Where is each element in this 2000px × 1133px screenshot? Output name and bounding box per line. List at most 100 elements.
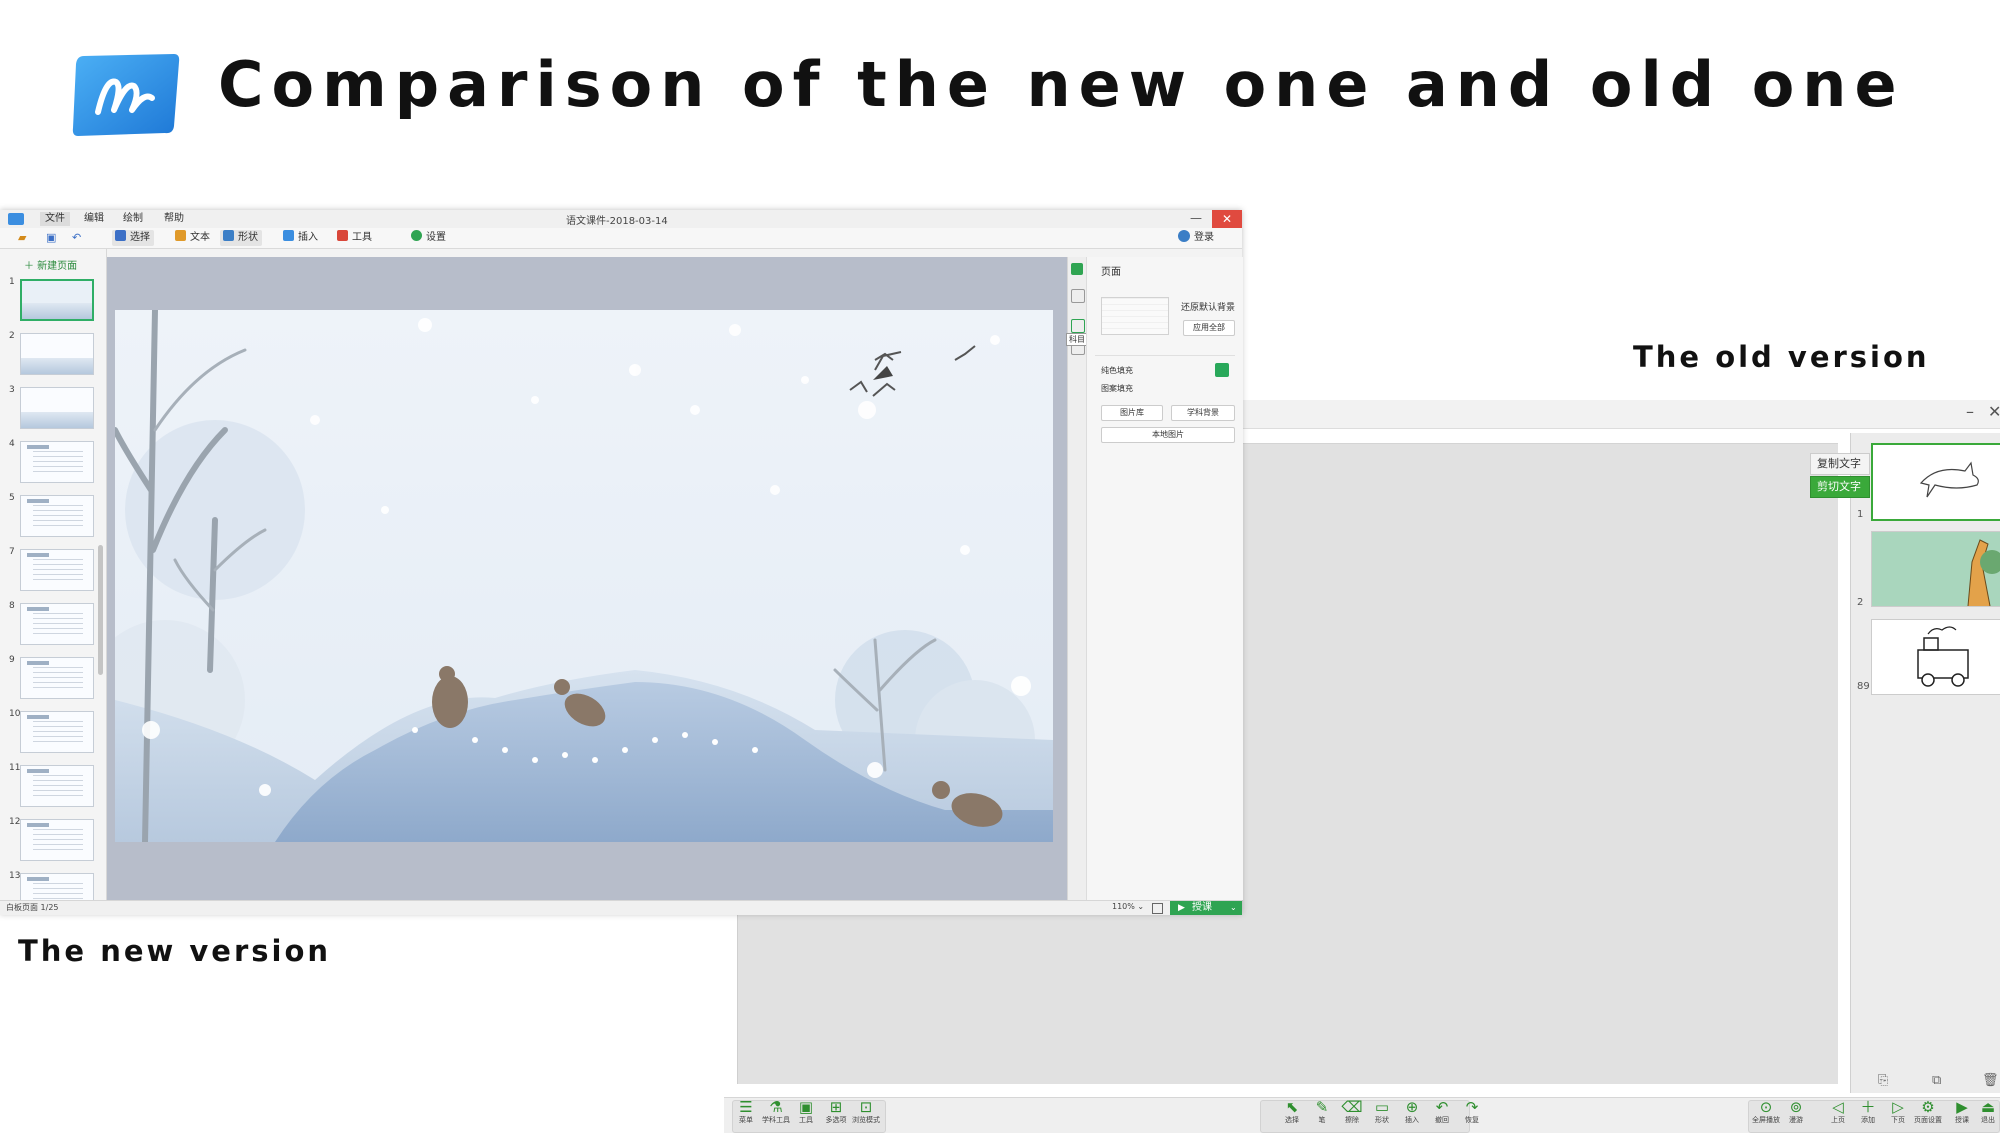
slide-thumbnail[interactable] bbox=[20, 657, 94, 699]
old-tool-icon: ▷ bbox=[1892, 1098, 1904, 1116]
menu-help[interactable]: 帮助 bbox=[159, 212, 189, 226]
slide-canvas[interactable] bbox=[115, 310, 1053, 842]
old-thumbnail-89[interactable] bbox=[1871, 619, 2000, 695]
select-tool-button[interactable]: 选择 bbox=[112, 230, 154, 246]
menu-draw[interactable]: 绘制 bbox=[118, 212, 148, 226]
old-thumbnail-1[interactable] bbox=[1871, 443, 2000, 521]
old-tool-button[interactable]: ⊙ 全屏播放 bbox=[1752, 1099, 1780, 1125]
zoom-selector[interactable]: 110% ⌄ bbox=[1112, 902, 1144, 911]
open-folder-icon[interactable]: ▰ bbox=[18, 231, 26, 244]
old-tool-button[interactable]: ⌫ 擦除 bbox=[1338, 1099, 1366, 1125]
new-page-button[interactable]: ＋ 新建页面 bbox=[24, 257, 77, 272]
old-tool-icon: ↶ bbox=[1435, 1098, 1449, 1116]
slide-thumbnail[interactable] bbox=[20, 765, 94, 807]
slide-thumbnail[interactable] bbox=[20, 603, 94, 645]
slide-thumbnail[interactable] bbox=[20, 819, 94, 861]
winter-illustration bbox=[115, 310, 1053, 842]
thumbnail-scrollbar[interactable] bbox=[98, 545, 103, 675]
login-label: 登录 bbox=[1194, 232, 1214, 243]
text-tool-button[interactable]: 文本 bbox=[172, 230, 214, 246]
pin-icon[interactable] bbox=[1071, 289, 1085, 303]
old-tool-button[interactable]: ↷ 恢复 bbox=[1458, 1099, 1486, 1125]
slide-thumbnail[interactable] bbox=[20, 333, 94, 375]
save-icon[interactable]: ▣ bbox=[46, 231, 56, 244]
thumbnail-text-lines bbox=[33, 721, 83, 745]
local-image-button[interactable]: 本地图片 bbox=[1101, 427, 1235, 443]
old-version-label: The old version bbox=[1633, 340, 1930, 374]
fit-screen-icon[interactable] bbox=[1152, 903, 1163, 914]
slide-thumbnail[interactable] bbox=[20, 495, 94, 537]
cursor-icon bbox=[115, 230, 126, 241]
login-button[interactable]: 登录 bbox=[1178, 230, 1214, 246]
thumbnail-text-lines bbox=[33, 451, 83, 475]
old-thumbnail-2[interactable] bbox=[1871, 531, 2000, 607]
page-counter: 白板页面 1/25 bbox=[6, 903, 59, 912]
undo-icon[interactable]: ↶ bbox=[72, 231, 81, 244]
old-tool-button[interactable]: ⊕ 插入 bbox=[1398, 1099, 1426, 1125]
old-tool-icon: ⌫ bbox=[1341, 1098, 1363, 1116]
slide-thumbnail[interactable] bbox=[20, 873, 94, 900]
settings-button[interactable]: 设置 bbox=[408, 230, 450, 246]
old-tool-button[interactable]: ⚙ 页面设置 bbox=[1914, 1099, 1942, 1125]
old-tool-button[interactable]: ▭ 形状 bbox=[1368, 1099, 1396, 1125]
panel-title: 页面 bbox=[1101, 267, 1121, 278]
thumbnail-text-lines bbox=[33, 667, 83, 691]
thumbnail-text-lines bbox=[33, 883, 83, 900]
apply-all-button[interactable]: 应用全部 bbox=[1183, 320, 1235, 336]
slide-thumbnail[interactable] bbox=[20, 387, 94, 429]
slide-number: 13 bbox=[9, 871, 21, 881]
old-tool-label: 全屏播放 bbox=[1752, 1116, 1780, 1124]
subject-tab-icon[interactable] bbox=[1071, 319, 1085, 333]
old-tool-button[interactable]: ↶ 撤回 bbox=[1428, 1099, 1456, 1125]
old-tool-icon: ☰ bbox=[739, 1098, 753, 1116]
old-tool-icon: ↷ bbox=[1465, 1098, 1479, 1116]
old-tool-button[interactable]: ⚗ 学科工具 bbox=[762, 1099, 790, 1125]
old-tool-button[interactable]: ☰ 菜单 bbox=[732, 1099, 760, 1125]
slide-thumbnail[interactable] bbox=[20, 279, 94, 321]
old-tool-button[interactable]: ▣ 工具 bbox=[792, 1099, 820, 1125]
insert-tool-button[interactable]: 插入 bbox=[280, 230, 322, 246]
menu-file[interactable]: 文件 bbox=[40, 212, 70, 226]
subject-background-button[interactable]: 学科背景 bbox=[1171, 405, 1235, 421]
restore-default-background-button[interactable]: 还原默认背景 bbox=[1181, 300, 1235, 313]
slide-number: 5 bbox=[9, 493, 15, 503]
close-button[interactable]: ✕ bbox=[1212, 210, 1242, 228]
old-tool-label: 上页 bbox=[1831, 1116, 1845, 1124]
old-tool-button[interactable]: ✎ 笔 bbox=[1308, 1099, 1336, 1125]
slide-thumbnail[interactable] bbox=[20, 549, 94, 591]
old-minimize-button[interactable]: – bbox=[1966, 402, 1974, 421]
shape-icon bbox=[223, 230, 234, 241]
old-close-button[interactable]: ✕ bbox=[1988, 402, 2000, 421]
add-page-icon[interactable]: ⎘ bbox=[1878, 1073, 1888, 1088]
delete-page-icon[interactable]: 🗑 bbox=[1982, 1073, 1999, 1088]
slide-thumbnail[interactable] bbox=[20, 441, 94, 483]
thumbnail-text-lines bbox=[33, 559, 83, 583]
old-tool-label: 擦除 bbox=[1345, 1116, 1359, 1124]
old-tool-button[interactable]: ⊡ 浏览模式 bbox=[852, 1099, 880, 1125]
copy-text-menu-item[interactable]: 复制文字 bbox=[1810, 453, 1870, 475]
shape-tool-button[interactable]: 形状 bbox=[220, 230, 262, 246]
old-tool-button[interactable]: ⊚ 漫游 bbox=[1782, 1099, 1810, 1125]
slide-number: 12 bbox=[9, 817, 21, 827]
old-tool-button[interactable]: ⊞ 多选项 bbox=[822, 1099, 850, 1125]
chevron-down-icon[interactable]: ⌄ bbox=[1230, 901, 1237, 915]
copy-page-icon[interactable]: ⧉ bbox=[1932, 1073, 1941, 1088]
status-bar: 白板页面 1/25 110% ⌄ ▶ 授课 ⌄ bbox=[0, 900, 1242, 915]
toolbox-icon bbox=[337, 230, 348, 241]
fill-color-swatch[interactable] bbox=[1215, 363, 1229, 377]
old-tool-button[interactable]: ⏏ 退出 bbox=[1974, 1099, 2000, 1125]
menu-edit[interactable]: 编辑 bbox=[79, 212, 109, 226]
tools-button[interactable]: 工具 bbox=[334, 230, 376, 246]
old-tool-button[interactable]: ◁ 上页 bbox=[1824, 1099, 1852, 1125]
cut-text-menu-item[interactable]: 剪切文字 bbox=[1810, 476, 1870, 498]
present-button[interactable]: ▶ 授课 ⌄ bbox=[1170, 901, 1242, 915]
old-tool-icon: ⚙ bbox=[1921, 1098, 1935, 1116]
old-tool-button[interactable]: ▷ 下页 bbox=[1884, 1099, 1912, 1125]
slide-thumbnail[interactable] bbox=[20, 711, 94, 753]
minimize-button[interactable]: — bbox=[1182, 210, 1210, 228]
old-tool-button[interactable]: ＋添加 bbox=[1854, 1099, 1882, 1125]
old-tool-button[interactable]: ⬉ 选择 bbox=[1278, 1099, 1306, 1125]
old-tool-button[interactable]: ▶ 授课 bbox=[1948, 1099, 1976, 1125]
image-library-button[interactable]: 图片库 bbox=[1101, 405, 1163, 421]
page-tab-icon[interactable] bbox=[1071, 263, 1083, 275]
